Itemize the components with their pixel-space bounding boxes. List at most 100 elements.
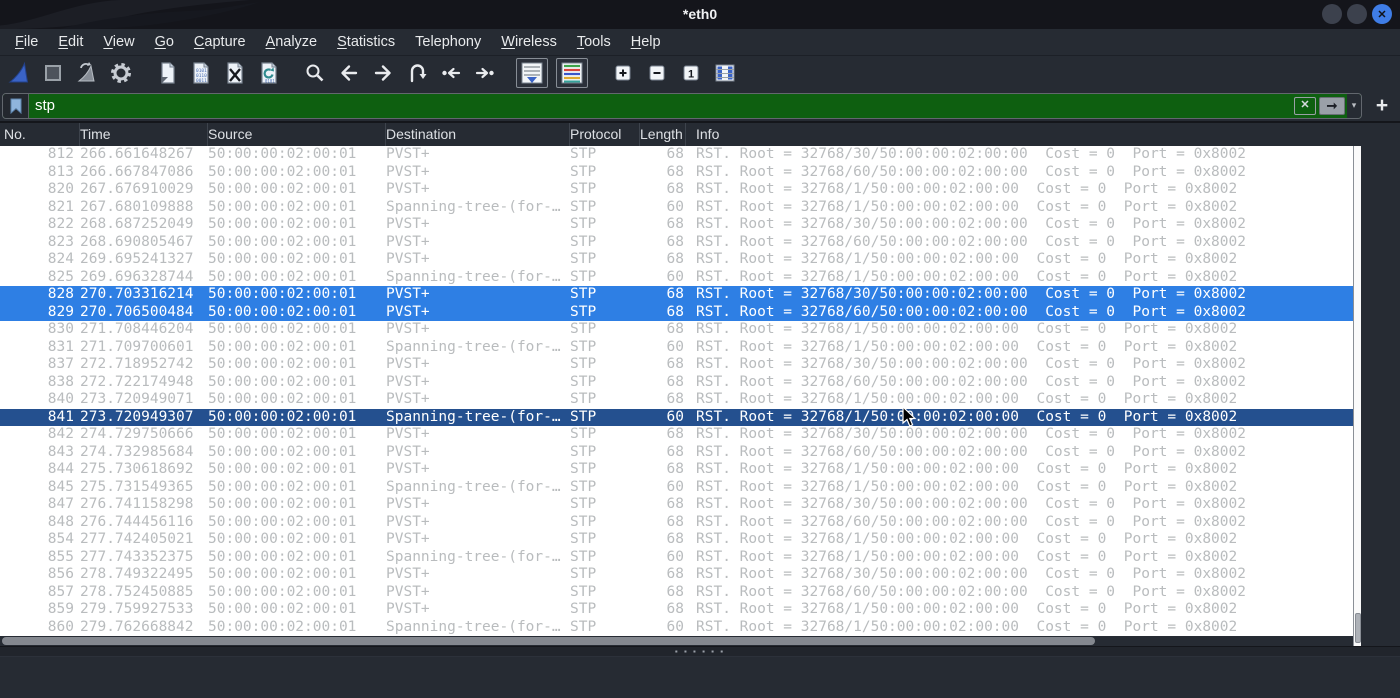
- packet-row[interactable]: 837 272.718952742 50:00:00:02:00:01 PVST+ ST…: [0, 356, 1353, 374]
- packet-row[interactable]: 848 276.744456116 50:00:00:02:00:01 PVST+ ST…: [0, 514, 1353, 532]
- auto-scroll-button[interactable]: [516, 58, 548, 88]
- packet-row[interactable]: 854 277.742405021 50:00:00:02:00:01 PVST+ ST…: [0, 531, 1353, 549]
- resize-columns-button[interactable]: [710, 59, 740, 87]
- capture-options-button[interactable]: [106, 59, 136, 87]
- packet-row[interactable]: 813 266.667847086 50:00:00:02:00:01 PVST+ ST…: [0, 164, 1353, 182]
- svg-text:1: 1: [688, 69, 694, 81]
- packet-row[interactable]: 842 274.729750666 50:00:00:02:00:01 PVST+ ST…: [0, 426, 1353, 444]
- column-header-no[interactable]: No.: [0, 123, 80, 146]
- go-forward-button[interactable]: [368, 59, 398, 87]
- save-file-button[interactable]: 0101 0110 0011: [186, 59, 216, 87]
- close-file-icon: [227, 62, 243, 84]
- filter-bar: ✕ ➞ ▾ +: [0, 90, 1400, 123]
- table-right-margin: [1361, 123, 1400, 646]
- menu-wireless[interactable]: Wireless: [491, 29, 567, 56]
- find-packet-button[interactable]: [300, 59, 330, 87]
- packet-row[interactable]: 829 270.706500484 50:00:00:02:00:01 PVST+ ST…: [0, 303, 1353, 321]
- menu-go[interactable]: Go: [145, 29, 184, 56]
- colorize-packets-button[interactable]: [556, 58, 588, 88]
- pane-splitter[interactable]: ▪ ▪ ▪ ▪ ▪ ▪: [0, 646, 1400, 656]
- display-filter-input[interactable]: [29, 93, 1294, 118]
- packet-row[interactable]: 844 275.730618692 50:00:00:02:00:01 PVST+ ST…: [0, 461, 1353, 479]
- packet-row[interactable]: 856 278.749322495 50:00:00:02:00:01 PVST+ ST…: [0, 566, 1353, 584]
- menu-file[interactable]: File: [5, 29, 48, 56]
- packet-row[interactable]: 831 271.709700601 50:00:00:02:00:01 Spannin…: [0, 339, 1353, 357]
- column-header-source[interactable]: Source: [208, 123, 386, 146]
- menu-telephony[interactable]: Telephony: [405, 29, 491, 56]
- reload-file-button[interactable]: 0101: [254, 59, 284, 87]
- filter-apply-button[interactable]: ➞: [1319, 96, 1345, 115]
- menu-analyze[interactable]: Analyze: [256, 29, 328, 56]
- packet-table-header: No. Time Source Destination Protocol Len…: [0, 123, 1361, 146]
- close-button[interactable]: ✕: [1372, 4, 1392, 24]
- packet-row[interactable]: 838 272.722174948 50:00:00:02:00:01 PVST+ ST…: [0, 374, 1353, 392]
- zoom-out-button[interactable]: [642, 59, 672, 87]
- filter-dropdown-caret[interactable]: ▾: [1347, 93, 1361, 118]
- column-header-time[interactable]: Time: [80, 123, 208, 146]
- filter-clear-button[interactable]: ✕: [1294, 96, 1316, 115]
- reload-file-icon: 0101: [261, 62, 277, 84]
- menu-bar: File Edit View Go Capture Analyze Statistics Te…: [0, 29, 1400, 56]
- packet-row[interactable]: 847 276.741158298 50:00:00:02:00:01 PVST+ ST…: [0, 496, 1353, 514]
- arrow-to-last-icon: [475, 67, 494, 79]
- colorize-icon: [561, 62, 583, 84]
- maximize-button[interactable]: [1347, 4, 1367, 24]
- zoom-in-button[interactable]: [608, 59, 638, 87]
- vertical-scrollbar-thumb[interactable]: [1355, 613, 1361, 643]
- shark-fin-icon: [8, 61, 29, 83]
- resize-columns-icon: [715, 64, 735, 82]
- open-file-button[interactable]: [152, 59, 182, 87]
- packet-row[interactable]: 843 274.732985684 50:00:00:02:00:01 PVST+ ST…: [0, 444, 1353, 462]
- restart-capture-button[interactable]: [72, 59, 102, 87]
- packet-row[interactable]: 828 270.703316214 50:00:00:02:00:01 PVST+ ST…: [0, 286, 1353, 304]
- packet-row[interactable]: 825 269.696328744 50:00:00:02:00:01 Spannin…: [0, 269, 1353, 287]
- packet-row[interactable]: 841 273.720949307 50:00:00:02:00:01 Spannin…: [0, 408, 1353, 426]
- horizontal-scrollbar-thumb[interactable]: [2, 637, 1095, 645]
- bookmark-icon: [10, 98, 21, 114]
- horizontal-scrollbar[interactable]: [0, 636, 1353, 646]
- svg-text:0101: 0101: [265, 79, 275, 84]
- packet-row[interactable]: 820 267.676910029 50:00:00:02:00:01 PVST+ ST…: [0, 181, 1353, 199]
- go-last-packet-button[interactable]: [470, 59, 500, 87]
- filter-bookmark-button[interactable]: [3, 93, 29, 118]
- packet-row[interactable]: 824 269.695241327 50:00:00:02:00:01 PVST+ ST…: [0, 251, 1353, 269]
- title-bar[interactable]: *eth0 ✕: [0, 0, 1400, 29]
- packet-row[interactable]: 830 271.708446204 50:00:00:02:00:01 PVST+ ST…: [0, 321, 1353, 339]
- splitter-grip-dots: ▪ ▪ ▪ ▪ ▪ ▪: [674, 646, 726, 656]
- vertical-scrollbar[interactable]: [1353, 146, 1361, 646]
- arrow-left-icon: [341, 65, 358, 81]
- menu-edit[interactable]: Edit: [48, 29, 93, 56]
- packet-row[interactable]: 822 268.687252049 50:00:00:02:00:01 PVST+ ST…: [0, 216, 1353, 234]
- zoom-out-icon: [649, 65, 665, 81]
- column-header-length[interactable]: Length: [640, 123, 686, 146]
- go-back-button[interactable]: [334, 59, 364, 87]
- go-first-packet-button[interactable]: [436, 59, 466, 87]
- zoom-100-button[interactable]: 1: [676, 59, 706, 87]
- start-capture-button[interactable]: [4, 59, 34, 87]
- menu-tools[interactable]: Tools: [567, 29, 621, 56]
- zoom-in-icon: [615, 65, 631, 81]
- minimize-button[interactable]: [1322, 4, 1342, 24]
- packet-row[interactable]: 812 266.661648267 50:00:00:02:00:01 PVST+ ST…: [0, 146, 1353, 164]
- packet-row[interactable]: 823 268.690805467 50:00:00:02:00:01 PVST+ ST…: [0, 234, 1353, 252]
- close-file-button[interactable]: [220, 59, 250, 87]
- menu-view[interactable]: View: [93, 29, 144, 56]
- filter-add-button[interactable]: +: [1368, 94, 1396, 118]
- packet-row[interactable]: 860 279.762668842 50:00:00:02:00:01 Spannin…: [0, 619, 1353, 637]
- window-controls: ✕: [1322, 4, 1392, 24]
- menu-capture[interactable]: Capture: [184, 29, 256, 56]
- column-header-destination[interactable]: Destination: [386, 123, 570, 146]
- packet-row[interactable]: 821 267.680109888 50:00:00:02:00:01 Spannin…: [0, 199, 1353, 217]
- packet-row[interactable]: 857 278.752450885 50:00:00:02:00:01 PVST+ ST…: [0, 584, 1353, 602]
- packet-row[interactable]: 840 273.720949071 50:00:00:02:00:01 PVST+ ST…: [0, 391, 1353, 409]
- go-to-packet-button[interactable]: [402, 59, 432, 87]
- packet-row[interactable]: 845 275.731549365 50:00:00:02:00:01 Spannin…: [0, 479, 1353, 497]
- packet-row[interactable]: 855 277.743352375 50:00:00:02:00:01 Spannin…: [0, 549, 1353, 567]
- stop-capture-button[interactable]: [38, 59, 68, 87]
- menu-statistics[interactable]: Statistics: [327, 29, 405, 56]
- column-header-info[interactable]: Info: [686, 123, 1361, 146]
- gear-icon: [111, 63, 131, 83]
- packet-row[interactable]: 859 279.759927533 50:00:00:02:00:01 PVST+ ST…: [0, 601, 1353, 619]
- column-header-protocol[interactable]: Protocol: [570, 123, 640, 146]
- menu-help[interactable]: Help: [621, 29, 671, 56]
